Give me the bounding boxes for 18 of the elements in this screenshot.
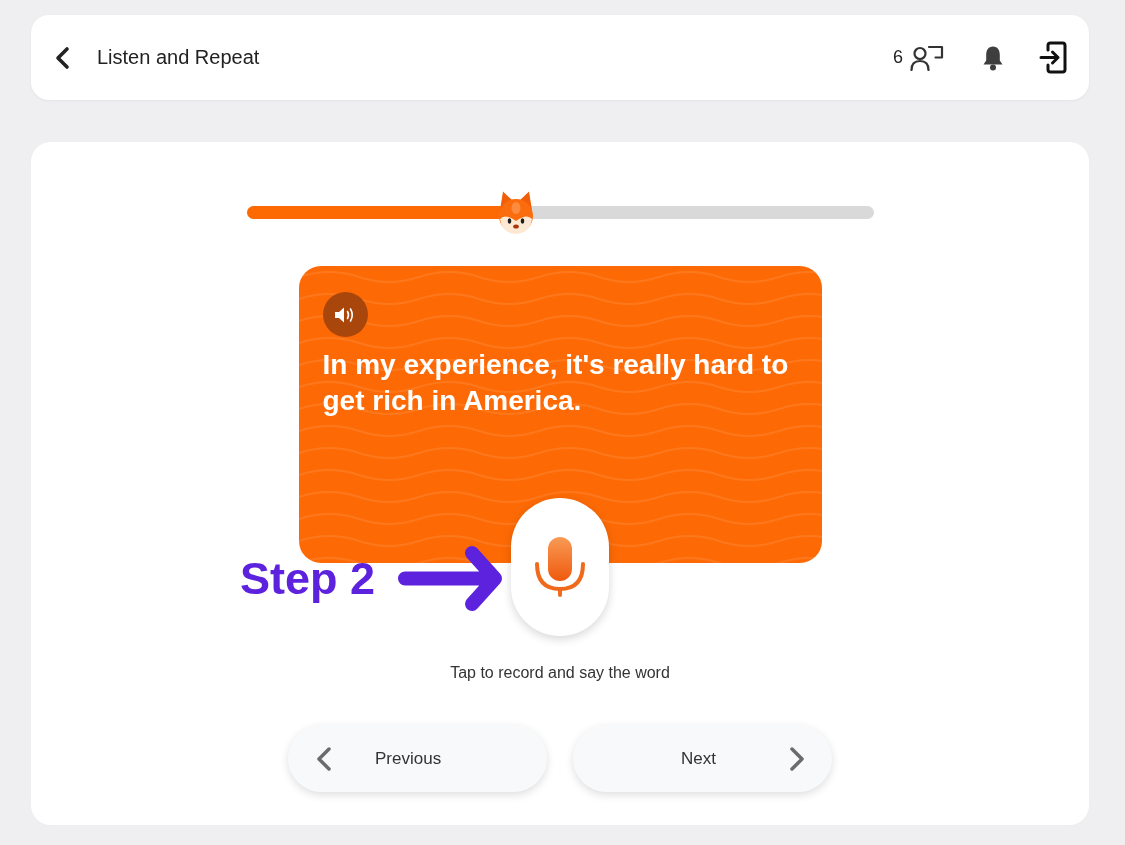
speaker-icon (334, 305, 356, 324)
exit-icon[interactable] (1039, 41, 1067, 74)
back-icon[interactable] (54, 45, 70, 70)
speaker-button[interactable] (322, 292, 368, 337)
bell-icon[interactable] (982, 44, 1004, 71)
phrase-text: In my experience, it's really hard to get rich in America. (322, 348, 790, 418)
microphone-icon (534, 536, 586, 598)
people-chat-icon (910, 44, 944, 71)
chevron-left-icon (315, 745, 333, 772)
previous-button[interactable]: Previous (288, 725, 547, 792)
record-hint: Tap to record and say the word (450, 663, 670, 683)
page-title: Listen and Repeat (97, 46, 260, 69)
next-button[interactable]: Next (573, 725, 832, 792)
community-button[interactable]: 6 (893, 44, 944, 71)
step-label: Step 2 (239, 552, 375, 605)
chevron-right-icon (788, 745, 806, 772)
record-button[interactable] (511, 498, 609, 636)
arrow-icon (397, 545, 503, 612)
